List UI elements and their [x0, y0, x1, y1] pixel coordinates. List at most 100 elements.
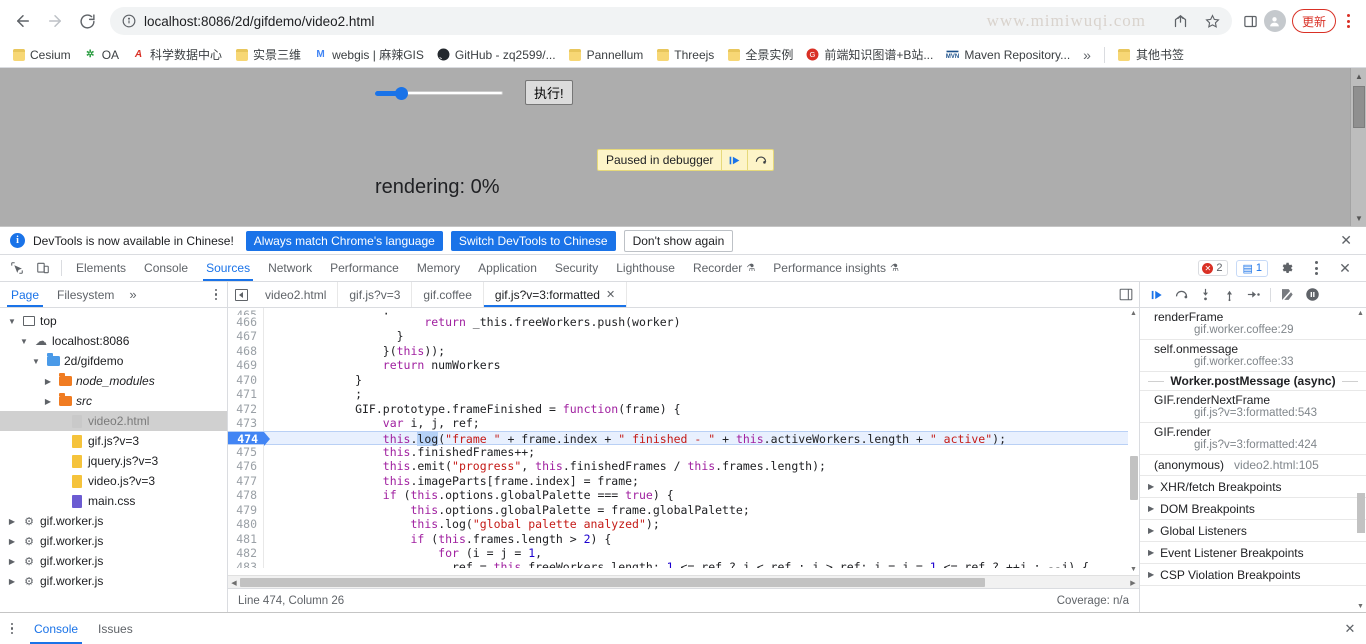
chevron-right-icon[interactable]: ▶	[6, 517, 18, 526]
tree-item-src[interactable]: ▶ src	[0, 391, 227, 411]
bookmark-cesium[interactable]: Cesium	[6, 45, 77, 65]
tree-item-video-js[interactable]: video.js?v=3	[0, 471, 227, 491]
line-number[interactable]: 475	[228, 444, 264, 460]
code-line[interactable]: 480 this.log("global palette analyzed");	[228, 517, 1139, 532]
editor-hscroll-thumb[interactable]	[240, 578, 985, 587]
scroll-down-arrow-icon[interactable]: ▼	[1355, 601, 1366, 612]
three-dot-menu-icon[interactable]	[205, 282, 227, 307]
code-line[interactable]: 476 this.emit("progress", this.finishedF…	[228, 459, 1139, 474]
tree-item-gif-js[interactable]: gif.js?v=3	[0, 431, 227, 451]
line-number[interactable]: 477	[228, 473, 264, 489]
show-debugger-sidebar-icon[interactable]	[1113, 282, 1139, 307]
tab-recorder[interactable]: Recorder ⚗	[684, 255, 764, 281]
line-number[interactable]: 466	[228, 315, 264, 330]
bookmark-oa[interactable]: ✲ OA	[78, 45, 125, 65]
code-line[interactable]: 482 for (i = j = 1,	[228, 546, 1139, 561]
resume-script-icon[interactable]	[1146, 284, 1168, 306]
line-number[interactable]: 482	[228, 546, 264, 561]
profile-avatar[interactable]	[1263, 10, 1286, 32]
page-scrollbar-thumb[interactable]	[1353, 86, 1365, 128]
editor-tab-video2-html[interactable]: video2.html	[254, 282, 339, 307]
line-number[interactable]: 468	[228, 343, 264, 359]
scroll-up-arrow-icon[interactable]: ▲	[1355, 308, 1366, 319]
editor-vertical-scrollbar[interactable]: ▲ ▼	[1128, 308, 1139, 575]
line-number[interactable]: 476	[228, 459, 264, 474]
dont-show-again-button[interactable]: Don't show again	[623, 229, 734, 252]
code-line[interactable]: 467 }	[228, 329, 1139, 344]
share-icon[interactable]	[1170, 10, 1192, 32]
tree-item-gifdemo[interactable]: ▼ 2d/gifdemo	[0, 351, 227, 371]
code-line[interactable]: 466 return _this.freeWorkers.push(worker…	[228, 315, 1139, 330]
code-line[interactable]: 473 var i, j, ref;	[228, 416, 1139, 431]
scroll-up-arrow-icon[interactable]: ▲	[1351, 68, 1366, 84]
pause-on-exceptions-icon[interactable]	[1301, 284, 1323, 306]
three-dot-menu-icon[interactable]	[0, 613, 24, 644]
bookmark-github[interactable]: GitHub - zq2599/...	[431, 45, 562, 65]
bookmark-webgis[interactable]: Mwebgis | 麻辣GIS	[308, 43, 430, 66]
scroll-right-arrow-icon[interactable]: ▶	[1127, 576, 1139, 589]
slider-thumb[interactable]	[395, 86, 408, 100]
error-count-badge[interactable]: ✕ 2	[1198, 260, 1229, 276]
code-line[interactable]: 475 this.finishedFrames++;	[228, 444, 1139, 460]
drawer-tab-console[interactable]: Console	[24, 613, 88, 644]
tab-network[interactable]: Network	[259, 255, 321, 281]
call-stack-frame[interactable]: GIF.render gif.js?v=3:formatted:424	[1140, 423, 1366, 455]
bookmarks-overflow-button[interactable]: »	[1077, 45, 1097, 65]
page-scrollbar[interactable]: ▲ ▼	[1350, 68, 1366, 226]
line-number[interactable]: 473	[228, 416, 264, 431]
code-editor[interactable]: 465 ; 466 return _this.freeWorkers.push(…	[228, 308, 1139, 575]
code-line[interactable]: 479 this.options.globalPalette = frame.g…	[228, 502, 1139, 518]
code-line[interactable]: 465 ;	[228, 308, 1139, 315]
debugger-scrollbar[interactable]: ▲ ▼	[1355, 308, 1366, 612]
chevron-right-icon[interactable]: ▶	[42, 377, 54, 386]
line-number[interactable]: 465	[228, 308, 264, 315]
line-number[interactable]: 470	[228, 372, 264, 388]
section-dom-breakpoints[interactable]: ▶ DOM Breakpoints	[1140, 498, 1366, 520]
section-global-listeners[interactable]: ▶ Global Listeners	[1140, 520, 1366, 542]
bookmark-qianduan[interactable]: G 前端知识图谱+B站...	[800, 43, 939, 66]
chevron-right-icon[interactable]: ▶	[42, 397, 54, 406]
section-event-listener-breakpoints[interactable]: ▶ Event Listener Breakpoints	[1140, 542, 1366, 564]
tree-item-jquery-js[interactable]: jquery.js?v=3	[0, 451, 227, 471]
chevron-right-icon[interactable]: ▶	[1148, 504, 1154, 513]
call-stack-frame[interactable]: GIF.renderNextFrame gif.js?v=3:formatted…	[1140, 391, 1366, 423]
chevron-right-icon[interactable]: ▶	[1148, 526, 1154, 535]
line-number[interactable]: 478	[228, 488, 264, 503]
code-line[interactable]: 472 GIF.prototype.frameFinished = functi…	[228, 401, 1139, 417]
line-number[interactable]: 471	[228, 387, 264, 402]
tree-item-video2-html[interactable]: video2.html	[0, 411, 227, 431]
execute-button[interactable]: 执行!	[525, 80, 573, 105]
bookmark-maven[interactable]: MVN Maven Repository...	[940, 45, 1076, 65]
bookmark-kexue[interactable]: A 科学数据中心	[126, 43, 228, 66]
step-into-next-call-icon[interactable]	[1194, 284, 1216, 306]
close-icon[interactable]: ✕	[1334, 257, 1356, 279]
star-icon[interactable]	[1202, 10, 1224, 32]
code-line[interactable]: 468 }(this));	[228, 343, 1139, 359]
reload-icon[interactable]	[72, 6, 102, 36]
editor-vscroll-thumb[interactable]	[1130, 456, 1138, 500]
editor-tab-gif-js[interactable]: gif.js?v=3	[338, 282, 413, 307]
section-xhr-breakpoints[interactable]: ▶ XHR/fetch Breakpoints	[1140, 476, 1366, 498]
address-bar[interactable]: localhost:8086/2d/gifdemo/video2.html ww…	[110, 7, 1232, 35]
chevron-down-icon[interactable]: ▼	[30, 357, 42, 366]
tab-application[interactable]: Application	[469, 255, 546, 281]
tree-item-worker-2[interactable]: ▶ ⚙ gif.worker.js	[0, 531, 227, 551]
chevron-right-icon[interactable]: ▶	[6, 577, 18, 586]
tree-item-worker-4[interactable]: ▶ ⚙ gif.worker.js	[0, 571, 227, 591]
tab-security[interactable]: Security	[546, 255, 607, 281]
chevron-right-icon[interactable]: ▶	[1148, 548, 1154, 557]
close-icon[interactable]: ✕	[606, 288, 615, 301]
deactivate-breakpoints-icon[interactable]	[1277, 284, 1299, 306]
line-number[interactable]: 479	[228, 502, 264, 518]
editor-tab-gif-js-formatted[interactable]: gif.js?v=3:formatted ✕	[483, 282, 628, 307]
code-line[interactable]: 483 ref = this.freeWorkers.length; 1 <= …	[228, 560, 1139, 569]
step-out-of-call-icon[interactable]	[1218, 284, 1240, 306]
line-number[interactable]: 480	[228, 517, 264, 532]
navigator-tab-filesystem[interactable]: Filesystem	[48, 282, 123, 307]
line-number[interactable]: 467	[228, 329, 264, 344]
inspect-element-icon[interactable]	[4, 255, 30, 281]
tree-item-node-modules[interactable]: ▶ node_modules	[0, 371, 227, 391]
scroll-down-arrow-icon[interactable]: ▼	[1128, 564, 1139, 575]
code-line[interactable]: 477 this.imageParts[frame.index] = frame…	[228, 473, 1139, 489]
tab-console[interactable]: Console	[135, 255, 197, 281]
